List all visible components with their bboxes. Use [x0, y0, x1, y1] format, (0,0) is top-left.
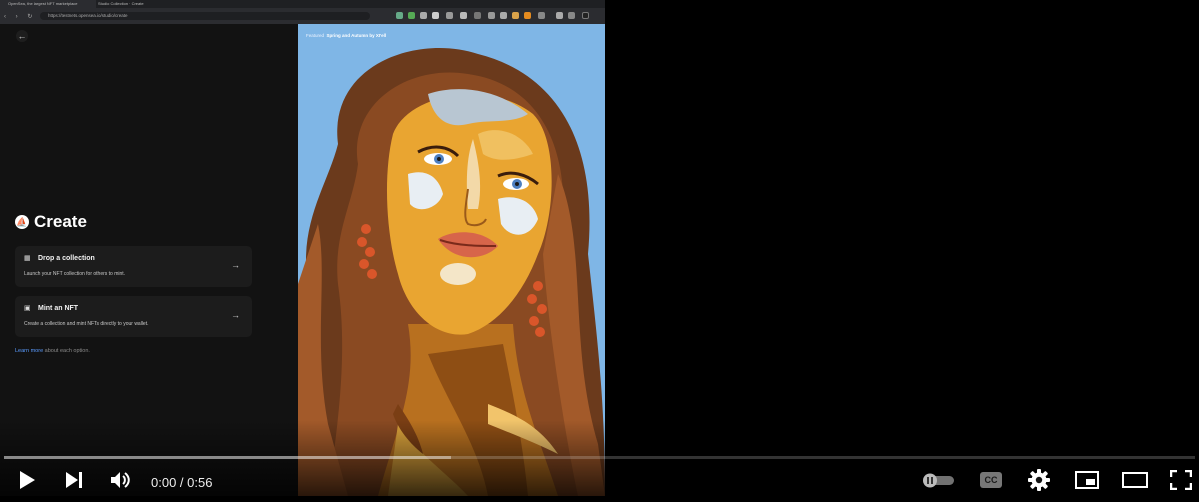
extension-icon — [474, 12, 481, 19]
captions-icon: CC — [980, 472, 1002, 488]
card-description: Create a collection and mint NFTs direct… — [24, 321, 149, 327]
progress-bar[interactable] — [4, 456, 1195, 459]
fullscreen-button[interactable] — [1164, 464, 1198, 496]
miniplayer-button[interactable] — [1069, 464, 1105, 496]
theater-icon — [1122, 472, 1148, 488]
extension-icon — [500, 12, 507, 19]
opensea-logo-icon: ⛵ — [15, 215, 29, 229]
card-description: Launch your NFT collection for others to… — [24, 271, 126, 277]
browser-tabbar: OpenSea, the largest NFT marketplace Stu… — [0, 0, 605, 8]
current-time: 0:00 — [151, 475, 177, 490]
duration: 0:56 — [187, 475, 213, 490]
extension-icon — [420, 12, 427, 19]
learn-more-text: Learn more about each option. — [15, 348, 90, 354]
page-title: Create — [34, 212, 87, 231]
extension-icon — [556, 12, 563, 19]
extension-icon — [538, 12, 545, 19]
progress-buffered — [4, 456, 451, 459]
page-title-row: ⛵ Create — [15, 212, 87, 232]
featured-caption: Featured Spring and Autumn by XI'ell — [306, 33, 386, 38]
browser-address-bar: ‹ › ↻ https://testnets.opensea.io/studio… — [0, 8, 605, 24]
video-player[interactable]: OpenSea, the largest NFT marketplace Stu… — [0, 0, 1199, 496]
captions-button[interactable]: CC — [973, 464, 1009, 496]
arrow-right-icon: → — [231, 260, 240, 270]
miniplayer-icon — [1075, 471, 1099, 489]
learn-more-link: Learn more — [15, 348, 44, 354]
extension-icon — [446, 12, 453, 19]
extension-icon — [488, 12, 495, 19]
profile-icon — [582, 12, 589, 19]
browser-url: https://testnets.opensea.io/studio/creat… — [40, 12, 370, 20]
fullscreen-icon — [1170, 470, 1192, 490]
next-button[interactable] — [57, 464, 91, 496]
grid-icon: ▦ — [24, 255, 31, 262]
extension-icon — [408, 12, 415, 19]
browser-tab: OpenSea, the largest NFT marketplace — [0, 0, 96, 8]
browser-nav-icons: ‹ › ↻ — [4, 14, 37, 20]
next-icon — [66, 472, 82, 488]
extension-icon — [512, 12, 519, 19]
extension-icon — [396, 12, 403, 19]
volume-icon — [111, 472, 130, 488]
time-separator: / — [176, 475, 188, 490]
featured-label: Featured — [306, 33, 325, 38]
extension-icon — [524, 12, 531, 19]
play-icon — [20, 471, 35, 489]
extension-icon — [460, 12, 467, 19]
drop-collection-card: ▦ Drop a collection Launch your NFT coll… — [15, 246, 252, 287]
autoplay-toggle-icon — [923, 473, 954, 488]
card-title: Drop a collection — [38, 255, 95, 262]
autoplay-toggle[interactable] — [918, 464, 958, 496]
card-title: Mint an NFT — [38, 305, 79, 312]
time-display: 0:00 / 0:56 — [151, 464, 212, 500]
theater-mode-button[interactable] — [1117, 464, 1153, 496]
mint-nft-card: ▣ Mint an NFT Create a collection and mi… — [15, 296, 252, 337]
back-arrow-icon: ← — [16, 30, 28, 42]
featured-title: Spring and Autumn by XI'ell — [326, 33, 387, 38]
image-icon: ▣ — [24, 305, 31, 312]
settings-button[interactable] — [1022, 464, 1056, 496]
settings-icon — [1028, 469, 1050, 491]
play-button[interactable] — [10, 464, 44, 496]
browser-tab: Studio Collection · Create — [98, 1, 144, 6]
learn-more-suffix: about each option. — [43, 348, 90, 354]
extension-icon — [432, 12, 439, 19]
mute-button[interactable] — [104, 464, 138, 496]
arrow-right-icon: → — [231, 310, 240, 320]
extension-icon — [568, 12, 575, 19]
player-controls: 0:00 / 0:56 CC — [0, 464, 1199, 496]
